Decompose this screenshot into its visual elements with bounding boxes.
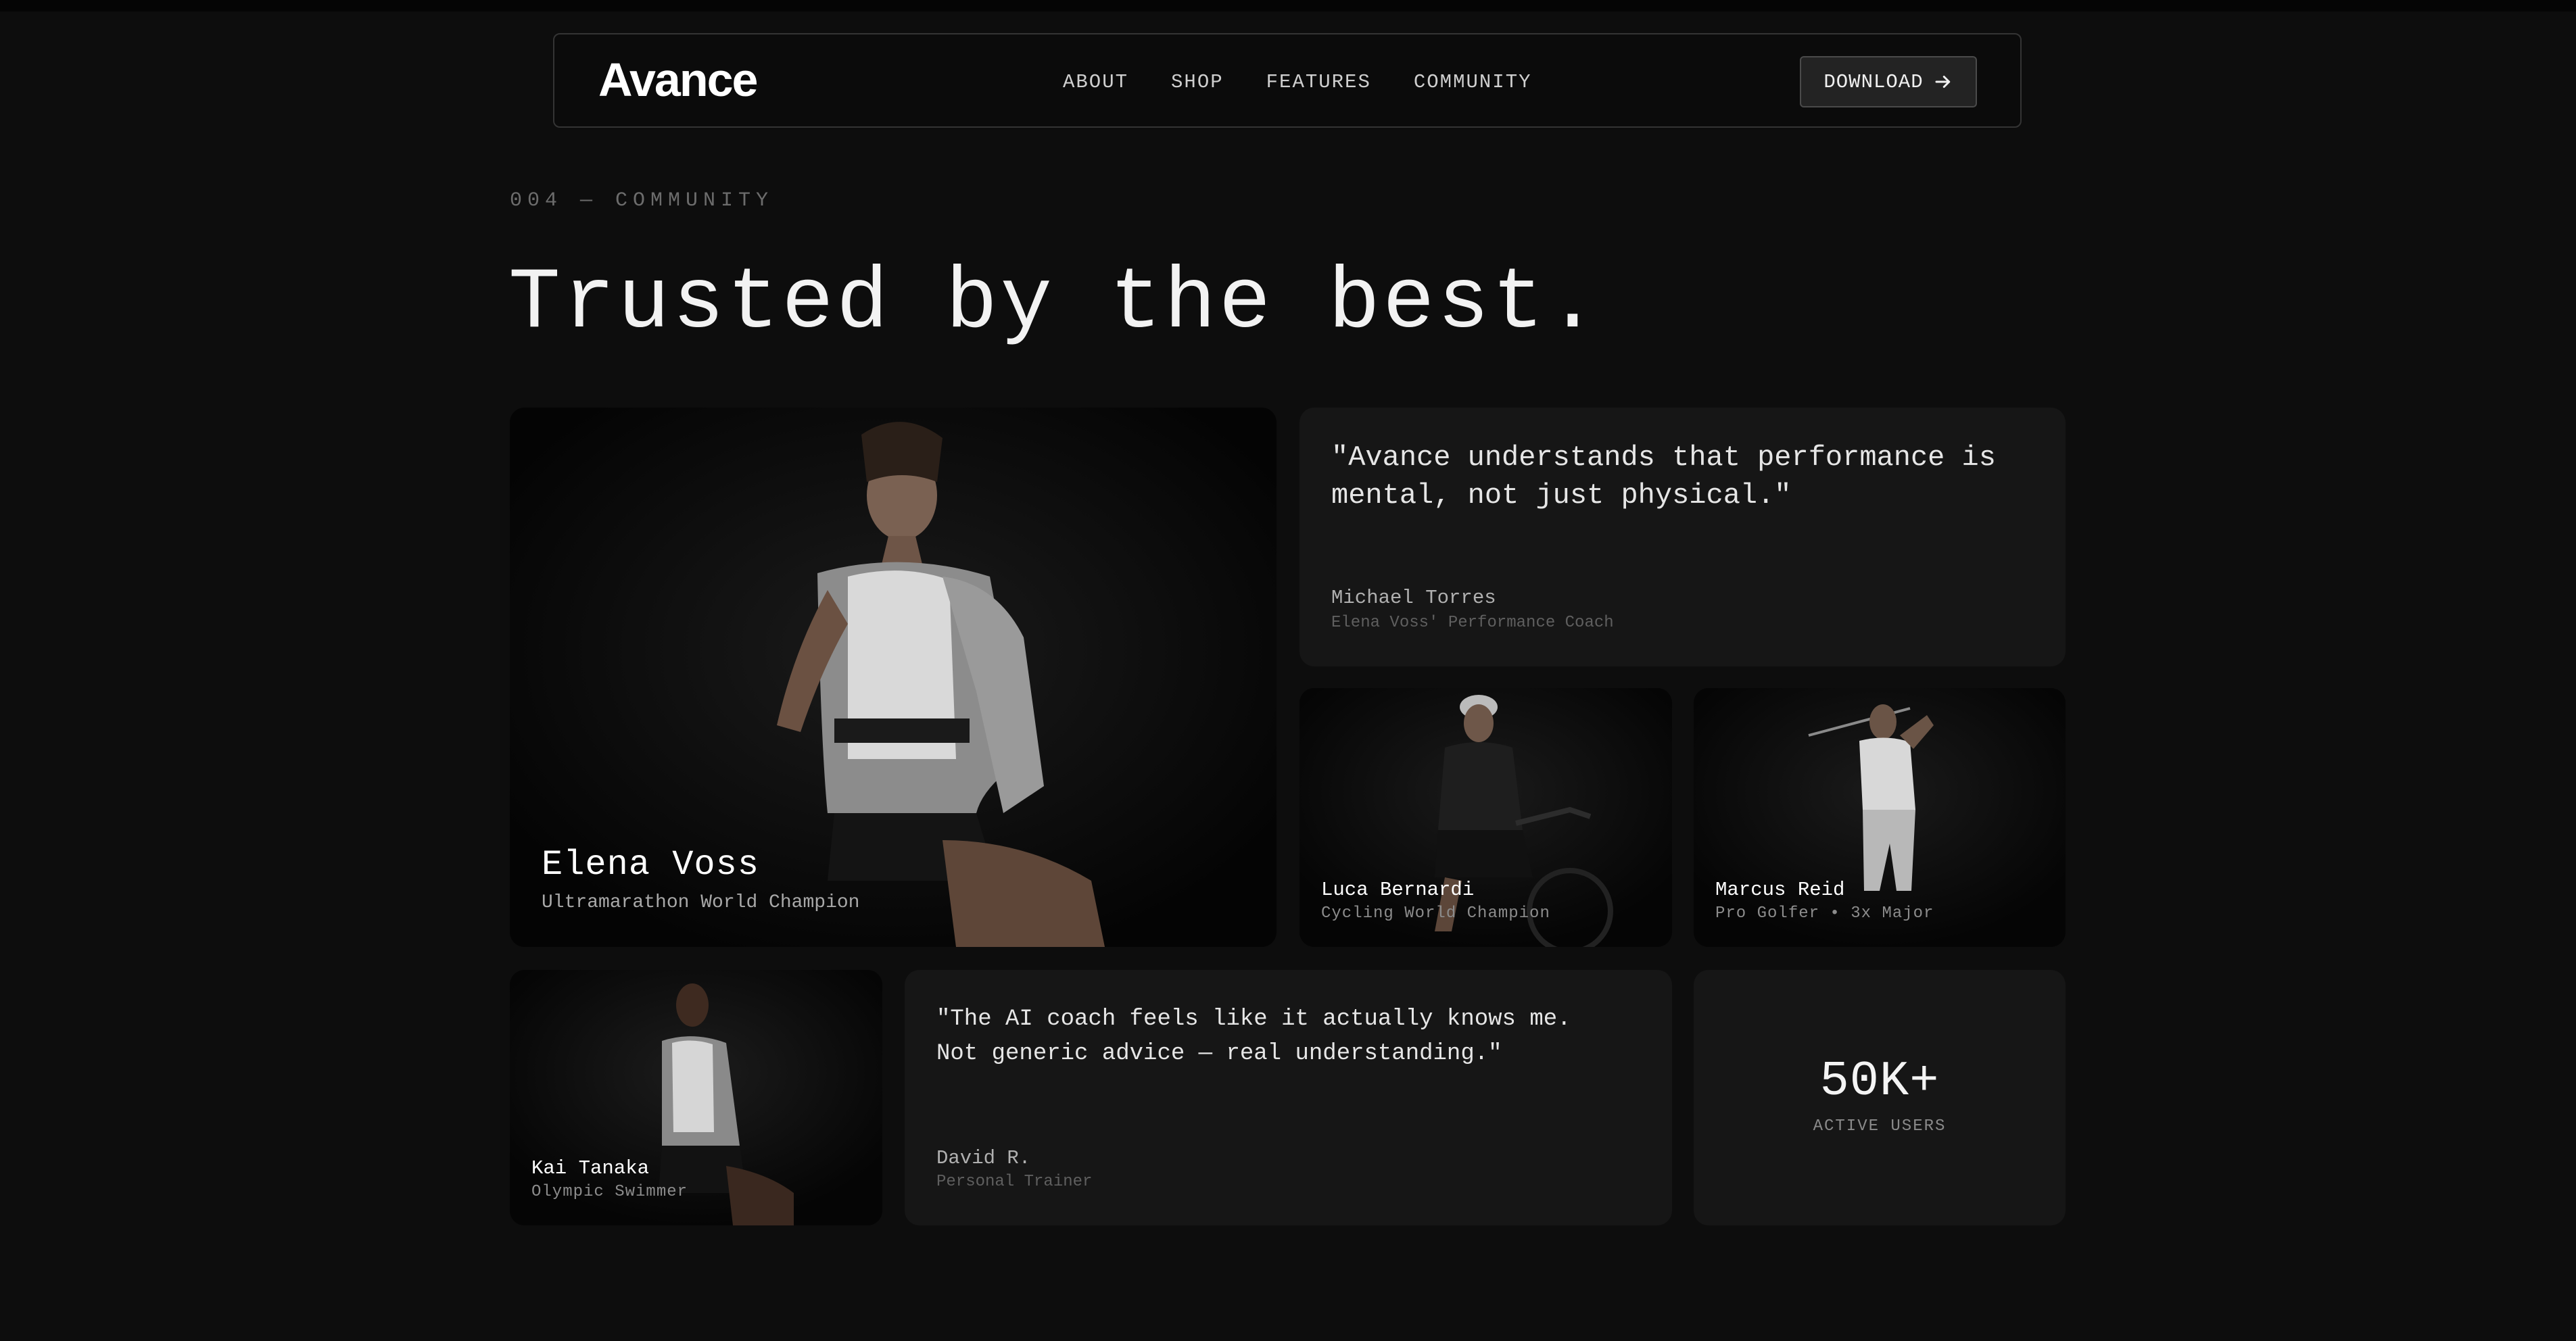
section-title: Trusted by the best.: [508, 255, 1602, 353]
athlete-name: Kai Tanaka: [531, 1157, 650, 1179]
athlete-card-marcus-reid[interactable]: Marcus Reid Pro Golfer • 3x Major: [1694, 688, 2066, 947]
athlete-role: Ultramarathon World Champion: [542, 892, 860, 913]
testimonial-card-david-r: "The AI coach feels like it actually kno…: [905, 970, 1672, 1225]
arrow-right-icon: [1935, 76, 1950, 88]
stat-label: ACTIVE USERS: [1813, 1117, 1947, 1136]
athlete-card-luca-bernardi[interactable]: Luca Bernardi Cycling World Champion: [1299, 688, 1672, 947]
athlete-role: Cycling World Champion: [1321, 904, 1550, 923]
browser-top-strip: [0, 0, 2576, 11]
download-button[interactable]: DOWNLOAD: [1800, 56, 1977, 107]
athlete-card-kai-tanaka[interactable]: Kai Tanaka Olympic Swimmer: [510, 970, 882, 1225]
athlete-role: Olympic Swimmer: [531, 1183, 688, 1201]
testimonial-author: Michael Torres: [1331, 587, 1496, 609]
nav-link-about[interactable]: ABOUT: [1063, 71, 1128, 93]
stat-value: 50K+: [1819, 1054, 1940, 1109]
testimonial-author: David R.: [936, 1147, 1031, 1169]
nav-link-features[interactable]: FEATURES: [1266, 71, 1371, 93]
logo[interactable]: Avance: [598, 49, 758, 110]
testimonial-author-role: Elena Voss' Performance Coach: [1331, 614, 1614, 632]
athlete-name: Luca Bernardi: [1321, 879, 1475, 901]
testimonial-card-michael-torres: "Avance understands that performance is …: [1299, 408, 2066, 666]
nav-link-shop[interactable]: SHOP: [1171, 71, 1224, 93]
testimonial-quote: "The AI coach feels like it actually kno…: [936, 1006, 1571, 1067]
athlete-name: Elena Voss: [542, 845, 760, 885]
main-navbar: Avance ABOUT SHOP FEATURES COMMUNITY DOW…: [553, 33, 2022, 128]
testimonial-quote: "Avance understands that performance is …: [1331, 441, 1996, 512]
nav-links: ABOUT SHOP FEATURES COMMUNITY: [1063, 34, 1575, 129]
testimonial-author-role: Personal Trainer: [936, 1173, 1093, 1191]
stat-card-active-users: 50K+ ACTIVE USERS: [1694, 970, 2066, 1225]
nav-link-community[interactable]: COMMUNITY: [1414, 71, 1532, 93]
athlete-card-elena-voss[interactable]: Elena Voss Ultramarathon World Champion: [510, 408, 1277, 947]
athlete-name: Marcus Reid: [1715, 879, 1845, 901]
download-button-label: DOWNLOAD: [1823, 70, 1924, 93]
athlete-role: Pro Golfer • 3x Major: [1715, 904, 1934, 923]
section-eyebrow: 004 — COMMUNITY: [510, 189, 774, 212]
